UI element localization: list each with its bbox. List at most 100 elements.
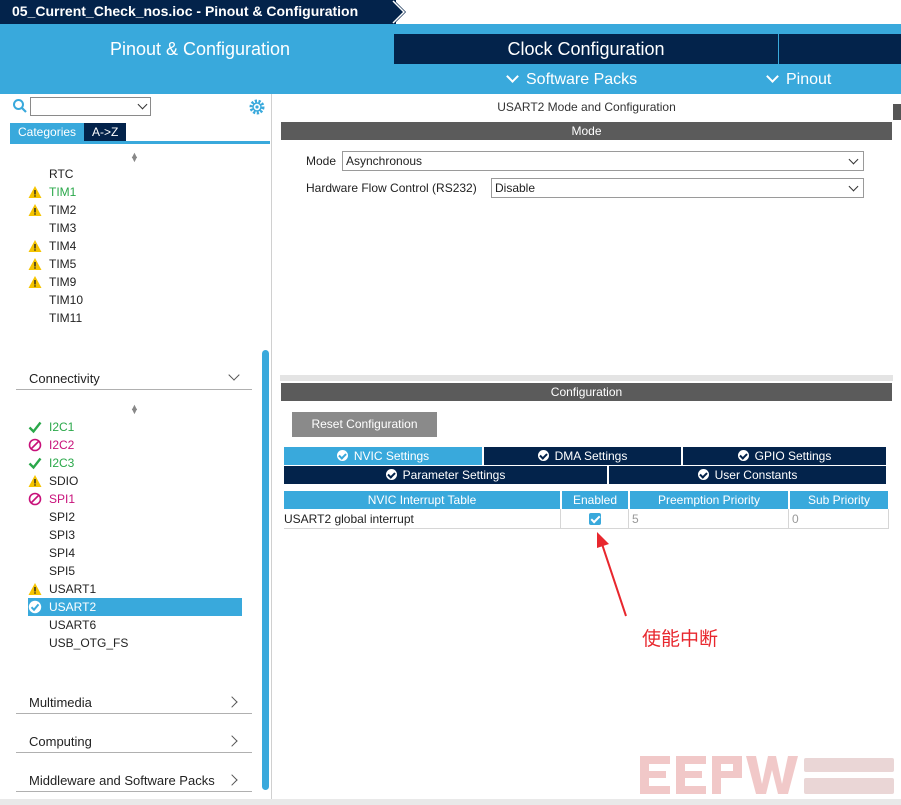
column-header-preemption[interactable]: Preemption Priority bbox=[630, 491, 788, 509]
panel-divider bbox=[280, 375, 893, 381]
search-icon[interactable] bbox=[12, 98, 28, 114]
peripheral-item-tim10[interactable]: TIM10 bbox=[28, 291, 242, 309]
pinout-menu[interactable]: Pinout bbox=[766, 68, 832, 92]
section-middleware[interactable]: Middleware and Software Packs bbox=[16, 768, 252, 792]
peripheral-label: RTC bbox=[49, 167, 74, 181]
section-label: Middleware and Software Packs bbox=[29, 773, 215, 788]
tab-nvic-settings[interactable]: NVIC Settings bbox=[284, 447, 482, 465]
flow-control-label: Hardware Flow Control (RS232) bbox=[306, 181, 477, 195]
peripheral-item-spi2[interactable]: SPI2 bbox=[28, 508, 242, 526]
peripheral-label: TIM10 bbox=[49, 293, 84, 307]
tab-a-to-z[interactable]: A->Z bbox=[84, 123, 127, 141]
watermark-logo bbox=[640, 756, 894, 794]
peripheral-item-usb_otg_fs[interactable]: USB_OTG_FS bbox=[28, 634, 242, 652]
peripheral-item-tim9[interactable]: TIM9 bbox=[28, 273, 242, 291]
main-tab-bar: Pinout & Configuration Clock Configurati… bbox=[0, 24, 901, 94]
bottom-strip bbox=[0, 799, 901, 805]
breadcrumb-arrow-icon bbox=[384, 0, 406, 24]
peripheral-item-spi1[interactable]: SPI1 bbox=[28, 490, 242, 508]
peripheral-label: SPI3 bbox=[49, 528, 76, 542]
left-scrollbar[interactable] bbox=[262, 350, 269, 790]
peripheral-label: SPI4 bbox=[49, 546, 76, 560]
peripheral-item-spi3[interactable]: SPI3 bbox=[28, 526, 242, 544]
warning-icon bbox=[28, 240, 42, 252]
peripheral-label: SPI5 bbox=[49, 564, 76, 578]
peripheral-label: I2C3 bbox=[49, 456, 75, 470]
tab-parameter-settings[interactable]: Parameter Settings bbox=[284, 466, 607, 484]
peripheral-item-tim3[interactable]: TIM3 bbox=[28, 219, 242, 237]
tab-gpio-settings[interactable]: GPIO Settings bbox=[683, 447, 886, 465]
reset-configuration-button[interactable]: Reset Configuration bbox=[292, 412, 437, 437]
window-title: 05_Current_Check_nos.ioc - Pinout & Conf… bbox=[0, 0, 396, 24]
peripheral-label: TIM1 bbox=[49, 185, 77, 199]
configuration-header: Configuration bbox=[281, 383, 892, 401]
column-header-interrupt[interactable]: NVIC Interrupt Table bbox=[284, 491, 560, 509]
peripheral-label: SDIO bbox=[49, 474, 79, 488]
peripheral-item-i2c2[interactable]: I2C2 bbox=[28, 436, 242, 454]
chevron-down-icon[interactable] bbox=[137, 99, 148, 110]
peripheral-item-i2c3[interactable]: I2C3 bbox=[28, 454, 242, 472]
peripheral-item-tim2[interactable]: TIM2 bbox=[28, 201, 242, 219]
mode-area bbox=[281, 140, 892, 374]
chevron-down-icon bbox=[848, 154, 859, 165]
check-circle-icon bbox=[537, 450, 549, 461]
mode-select[interactable]: Asynchronous bbox=[342, 151, 864, 171]
peripheral-label: SPI2 bbox=[49, 510, 76, 524]
peripheral-item-usart6[interactable]: USART6 bbox=[28, 616, 242, 634]
column-header-sub-priority[interactable]: Sub Priority bbox=[790, 491, 888, 509]
peripheral-item-usart2[interactable]: USART2 bbox=[28, 598, 242, 616]
section-computing[interactable]: Computing bbox=[16, 729, 252, 753]
gear-icon[interactable] bbox=[248, 98, 266, 116]
peripheral-item-rtc[interactable]: RTC bbox=[28, 165, 242, 183]
right-edge bbox=[893, 94, 901, 799]
annotation-text: 使能中断 bbox=[642, 628, 719, 650]
enabled-checkbox[interactable] bbox=[589, 513, 601, 525]
peripheral-label: TIM5 bbox=[49, 257, 77, 271]
tab-pinout-configuration[interactable]: Pinout & Configuration bbox=[6, 34, 394, 90]
warning-icon bbox=[28, 186, 42, 198]
peripheral-item-spi4[interactable]: SPI4 bbox=[28, 544, 242, 562]
peripheral-item-spi5[interactable]: SPI5 bbox=[28, 562, 242, 580]
section-label: Computing bbox=[29, 734, 92, 749]
column-header-enabled[interactable]: Enabled bbox=[562, 491, 628, 509]
tab-project-manager[interactable] bbox=[779, 34, 901, 64]
section-multimedia[interactable]: Multimedia bbox=[16, 690, 252, 714]
peripheral-item-usart1[interactable]: USART1 bbox=[28, 580, 242, 598]
peripheral-item-tim5[interactable]: TIM5 bbox=[28, 255, 242, 273]
interrupt-name-cell: USART2 global interrupt bbox=[284, 509, 561, 529]
collapse-arrow-icon[interactable] bbox=[893, 104, 901, 120]
peripheral-item-tim1[interactable]: TIM1 bbox=[28, 183, 242, 201]
tab-user-constants[interactable]: User Constants bbox=[609, 466, 886, 484]
mode-configuration-panel: USART2 Mode and Configuration Mode Mode … bbox=[280, 94, 893, 799]
pinout-menu-label: Pinout bbox=[786, 71, 832, 88]
section-connectivity[interactable]: Connectivity bbox=[16, 366, 252, 390]
peripheral-item-tim4[interactable]: TIM4 bbox=[28, 237, 242, 255]
checkmark-icon bbox=[28, 457, 42, 470]
software-packs-label: Software Packs bbox=[526, 71, 638, 88]
peripheral-label: USART2 bbox=[49, 600, 97, 614]
peripheral-label: TIM2 bbox=[49, 203, 77, 217]
peripheral-label: USB_OTG_FS bbox=[49, 636, 129, 650]
warning-icon bbox=[28, 258, 42, 270]
peripheral-item-tim11[interactable]: TIM11 bbox=[28, 309, 242, 327]
peripheral-label: TIM4 bbox=[49, 239, 77, 253]
chevron-down-icon bbox=[848, 181, 859, 192]
search-input[interactable] bbox=[30, 97, 151, 116]
warning-icon bbox=[28, 583, 42, 595]
title-bar: 05_Current_Check_nos.ioc - Pinout & Conf… bbox=[0, 0, 901, 24]
tab-clock-configuration[interactable]: Clock Configuration bbox=[394, 34, 778, 64]
section-label: Multimedia bbox=[29, 695, 92, 710]
chevron-right-icon bbox=[226, 774, 238, 786]
check-circle-icon bbox=[385, 469, 397, 480]
warning-icon bbox=[28, 276, 42, 288]
peripheral-item-i2c1[interactable]: I2C1 bbox=[28, 418, 242, 436]
flow-control-select[interactable]: Disable bbox=[491, 178, 864, 198]
mode-header: Mode bbox=[281, 122, 892, 140]
sub-priority-cell[interactable]: 0 bbox=[789, 509, 889, 529]
tab-categories[interactable]: Categories bbox=[10, 123, 85, 141]
view-tabs: Categories A->Z bbox=[10, 123, 127, 141]
software-packs-menu[interactable]: Software Packs bbox=[506, 68, 638, 92]
tab-dma-settings[interactable]: DMA Settings bbox=[484, 447, 681, 465]
peripheral-item-sdio[interactable]: SDIO bbox=[28, 472, 242, 490]
preemption-priority-cell[interactable]: 5 bbox=[629, 509, 789, 529]
